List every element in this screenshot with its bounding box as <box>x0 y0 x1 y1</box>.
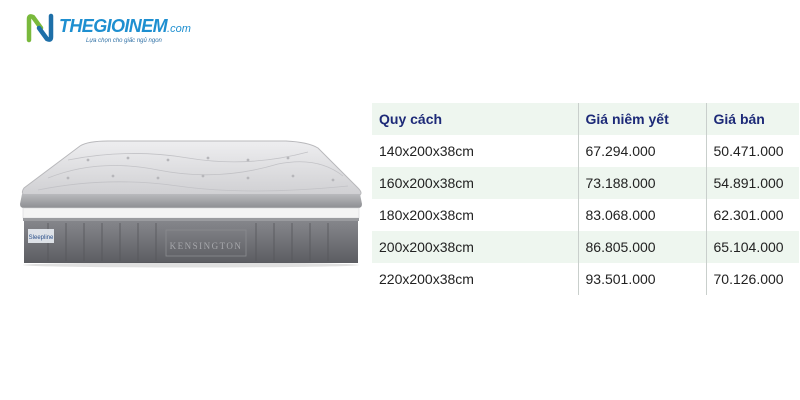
table-row: 140x200x38cm 67.294.000 50.471.000 <box>372 135 799 167</box>
model-emblem-label: KENSINGTON <box>170 241 243 251</box>
cell-spec: 220x200x38cm <box>372 263 578 295</box>
table-row: 180x200x38cm 83.068.000 62.301.000 <box>372 199 799 231</box>
table-row: 160x200x38cm 73.188.000 54.891.000 <box>372 167 799 199</box>
table-row: 200x200x38cm 86.805.000 65.104.000 <box>372 231 799 263</box>
logo-domain-suffix: .com <box>167 23 191 35</box>
cell-list-price: 93.501.000 <box>577 263 706 295</box>
cell-list-price: 86.805.000 <box>577 231 706 263</box>
site-logo[interactable]: THEGIOINEM.com Lựa chọn cho giấc ngủ ngo… <box>26 13 191 47</box>
mattress-image: Sleepline KENSINGTON <box>20 140 362 268</box>
brand-tag-label: Sleepline <box>29 235 54 241</box>
logo-wordmark: THEGIOINEM.com <box>59 16 191 39</box>
cell-sale-price: 65.104.000 <box>705 231 799 263</box>
pillow-top-band <box>20 194 362 208</box>
header-spec: Quy cách <box>372 103 578 135</box>
cell-sale-price: 54.891.000 <box>705 167 799 199</box>
logo-n-mark-icon <box>26 13 54 43</box>
table-row: 220x200x38cm 93.501.000 70.126.000 <box>372 263 799 295</box>
header-sale-price: Giá bán <box>705 103 799 135</box>
logo-tagline: Lựa chọn cho giấc ngủ ngon <box>86 38 162 44</box>
price-table-header-row: Quy cách Giá niêm yết Giá bán <box>372 103 799 135</box>
cell-spec: 180x200x38cm <box>372 199 578 231</box>
comfort-band <box>22 207 360 219</box>
cell-sale-price: 70.126.000 <box>705 263 799 295</box>
header-list-price: Giá niêm yết <box>577 103 706 135</box>
price-table: Quy cách Giá niêm yết Giá bán 140x200x38… <box>372 103 799 295</box>
cell-list-price: 67.294.000 <box>577 135 706 167</box>
cell-list-price: 83.068.000 <box>577 199 706 231</box>
cell-spec: 200x200x38cm <box>372 231 578 263</box>
logo-brand: THEGIOINEM <box>59 16 168 36</box>
cell-sale-price: 62.301.000 <box>705 199 799 231</box>
cell-spec: 160x200x38cm <box>372 167 578 199</box>
cell-spec: 140x200x38cm <box>372 135 578 167</box>
cell-list-price: 73.188.000 <box>577 167 706 199</box>
cell-sale-price: 50.471.000 <box>705 135 799 167</box>
